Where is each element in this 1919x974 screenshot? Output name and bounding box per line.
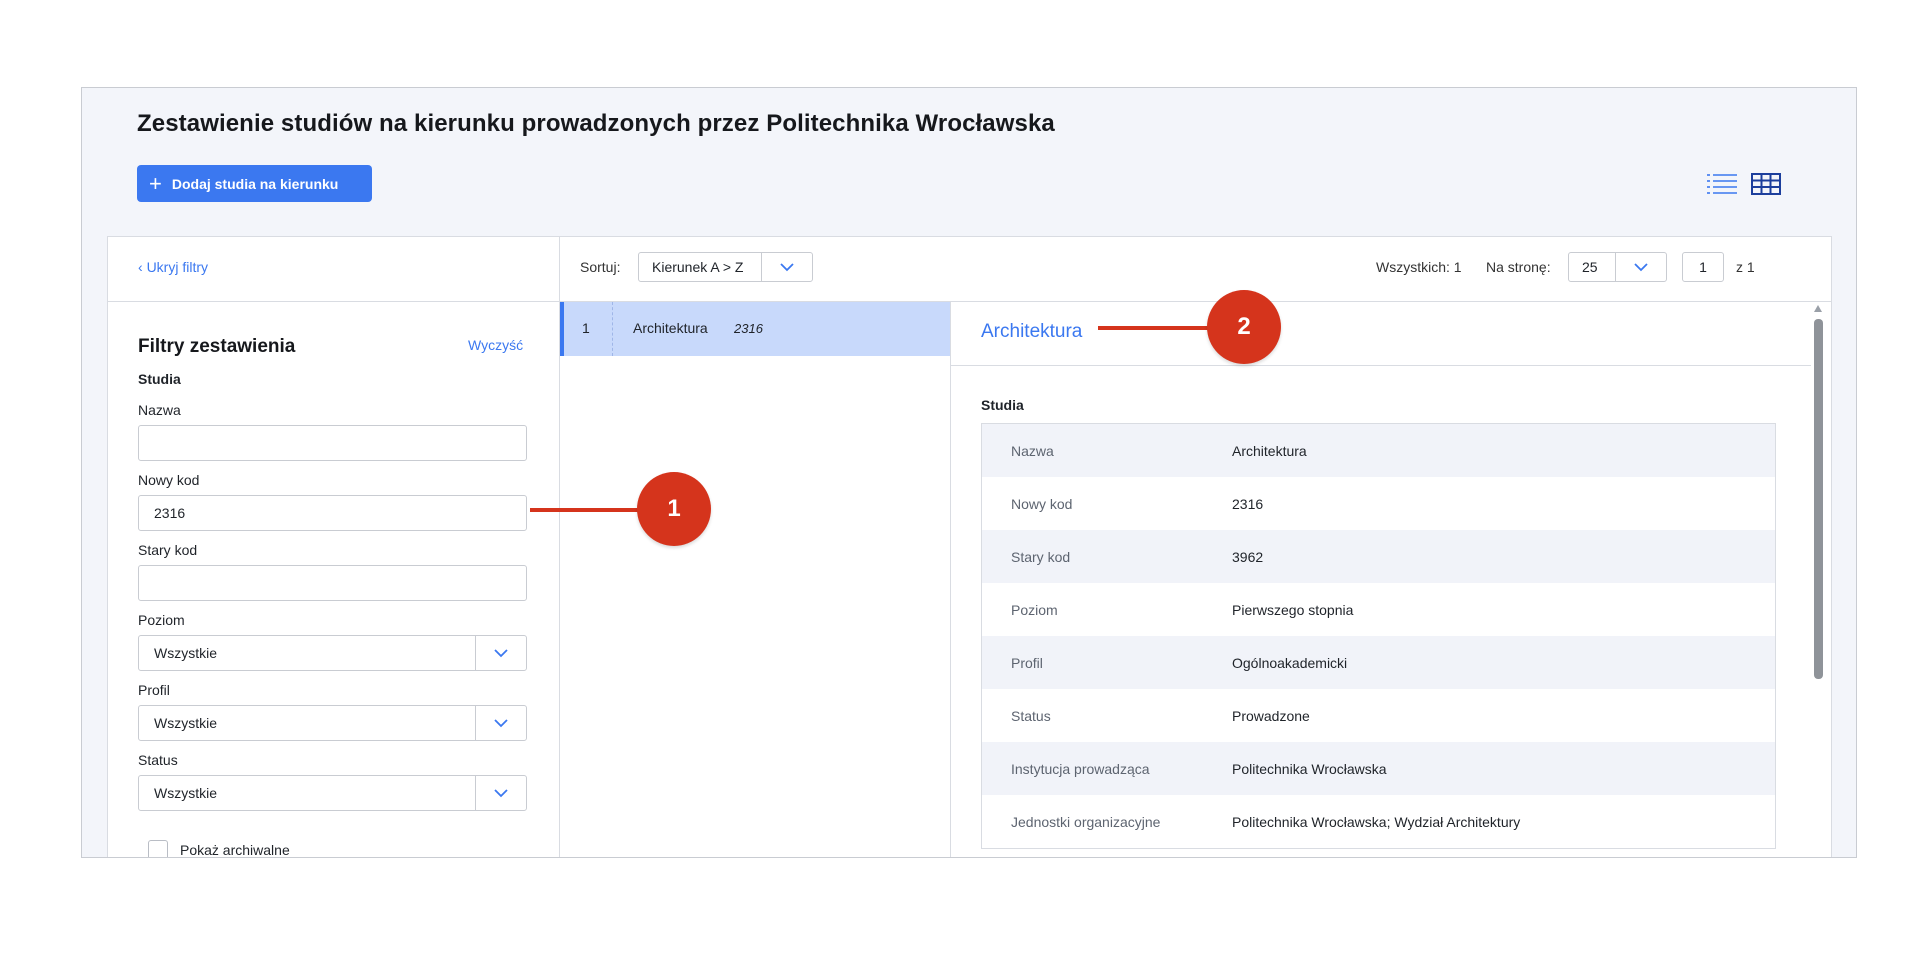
show-archived-row[interactable]: Pokaż archiwalne <box>148 840 290 858</box>
sort-label: Sortuj: <box>580 259 621 275</box>
detail-value: 3962 <box>1232 548 1264 565</box>
profile-label: Profil <box>138 682 170 698</box>
detail-value: Prowadzone <box>1232 707 1310 724</box>
filters-section-heading: Studia <box>138 371 181 387</box>
show-archived-checkbox[interactable] <box>148 840 168 857</box>
detail-key: Jednostki organizacyjne <box>1011 813 1161 830</box>
table-view-icon[interactable] <box>1750 172 1782 196</box>
plus-icon: + <box>149 170 162 196</box>
detail-row: Status Prowadzone <box>982 689 1775 742</box>
detail-row: Poziom Pierwszego stopnia <box>982 583 1775 636</box>
chevron-down-icon <box>475 636 526 670</box>
scrollbar-thumb[interactable] <box>1814 319 1823 679</box>
result-row[interactable]: 1 Architektura 2316 <box>560 302 950 356</box>
detail-table: Nazwa Architektura Nowy kod 2316 Stary kod… <box>981 423 1776 849</box>
divider <box>950 301 951 857</box>
detail-row: Jednostki organizacyjne Politechnika Wroc… <box>982 795 1775 848</box>
clear-filters-link[interactable]: Wyczyść <box>468 337 523 353</box>
level-select-value: Wszystkie <box>154 645 217 661</box>
show-archived-label: Pokaż archiwalne <box>180 842 290 858</box>
detail-key: Poziom <box>1011 601 1058 618</box>
detail-key: Profil <box>1011 654 1043 671</box>
sort-select-value: Kierunek A > Z <box>652 259 744 275</box>
detail-value: 2316 <box>1232 495 1264 512</box>
name-label: Nazwa <box>138 402 181 418</box>
chevron-left-icon: ‹ <box>138 259 143 275</box>
add-study-button-label: Dodaj studia na kierunku <box>171 175 339 192</box>
page-number-input[interactable]: 1 <box>1682 252 1724 282</box>
detail-row: Nowy kod 2316 <box>982 477 1775 530</box>
callout-line <box>1098 326 1210 330</box>
level-select[interactable]: Wszystkie <box>138 635 527 671</box>
detail-value: Ogólnoakademicki <box>1232 654 1348 671</box>
scrollbar[interactable] <box>1813 305 1823 857</box>
chevron-down-icon <box>475 776 526 810</box>
view-toggle <box>1706 172 1782 196</box>
callout-badge: 2 <box>1207 290 1281 364</box>
page-count: z 1 <box>1736 259 1755 275</box>
hide-filters-label: Ukryj filtry <box>146 259 208 275</box>
detail-section-heading: Studia <box>981 397 1024 413</box>
add-study-button[interactable]: + Dodaj studia na kierunku <box>137 165 372 202</box>
detail-value: Politechnika Wrocławska <box>1232 760 1387 777</box>
level-label: Poziom <box>138 612 185 628</box>
main-panel: ‹ Ukryj filtry Sortuj: Kierunek A > Z Ws… <box>107 236 1832 858</box>
result-name: Architektura <box>633 320 708 336</box>
status-select-value: Wszystkie <box>154 785 217 801</box>
detail-value: Pierwszego stopnia <box>1232 601 1354 618</box>
per-page-label: Na stronę: <box>1486 259 1551 275</box>
new-code-input[interactable]: 2316 <box>138 495 527 531</box>
hide-filters-link[interactable]: ‹ Ukryj filtry <box>138 259 208 275</box>
per-page-select[interactable]: 25 <box>1568 252 1667 282</box>
result-number: 1 <box>582 320 590 336</box>
detail-key: Stary kod <box>1011 548 1071 565</box>
status-select[interactable]: Wszystkie <box>138 775 527 811</box>
chevron-down-icon <box>1615 253 1666 281</box>
divider <box>951 365 1811 366</box>
list-view-icon[interactable] <box>1706 172 1738 196</box>
filters-title: Filtry zestawienia <box>138 336 296 357</box>
profile-select[interactable]: Wszystkie <box>138 705 527 741</box>
old-code-label: Stary kod <box>138 542 198 558</box>
callout-line <box>530 508 640 512</box>
per-page-value: 25 <box>1582 259 1598 275</box>
divider <box>108 301 1831 302</box>
profile-select-value: Wszystkie <box>154 715 217 731</box>
detail-row: Profil Ogólnoakademicki <box>982 636 1775 689</box>
detail-row: Nazwa Architektura <box>982 424 1775 477</box>
detail-title: Architektura <box>981 321 1083 342</box>
scroll-up-arrow-icon[interactable] <box>1814 305 1822 312</box>
chevron-down-icon <box>761 253 812 281</box>
name-input[interactable] <box>138 425 527 461</box>
detail-key: Nowy kod <box>1011 495 1073 512</box>
detail-key: Status <box>1011 707 1051 724</box>
divider <box>612 302 613 356</box>
status-label: Status <box>138 752 178 768</box>
page-title: Zestawienie studiów na kierunku prowadzo… <box>137 110 1055 137</box>
callout-badge: 1 <box>637 472 711 546</box>
old-code-input[interactable] <box>138 565 527 601</box>
detail-row: Stary kod 3962 <box>982 530 1775 583</box>
total-count: Wszystkich: 1 <box>1376 259 1462 275</box>
detail-value: Architektura <box>1232 442 1307 459</box>
chevron-down-icon <box>475 706 526 740</box>
detail-row: Instytucja prowadząca Politechnika Wrocła… <box>982 742 1775 795</box>
result-code: 2316 <box>734 321 763 336</box>
app-frame: Zestawienie studiów na kierunku prowadzo… <box>81 87 1857 858</box>
new-code-label: Nowy kod <box>138 472 200 488</box>
detail-key: Nazwa <box>1011 442 1054 459</box>
detail-key: Instytucja prowadząca <box>1011 760 1150 777</box>
detail-value: Politechnika Wrocławska; Wydział Archite… <box>1232 813 1521 830</box>
sort-select[interactable]: Kierunek A > Z <box>638 252 813 282</box>
